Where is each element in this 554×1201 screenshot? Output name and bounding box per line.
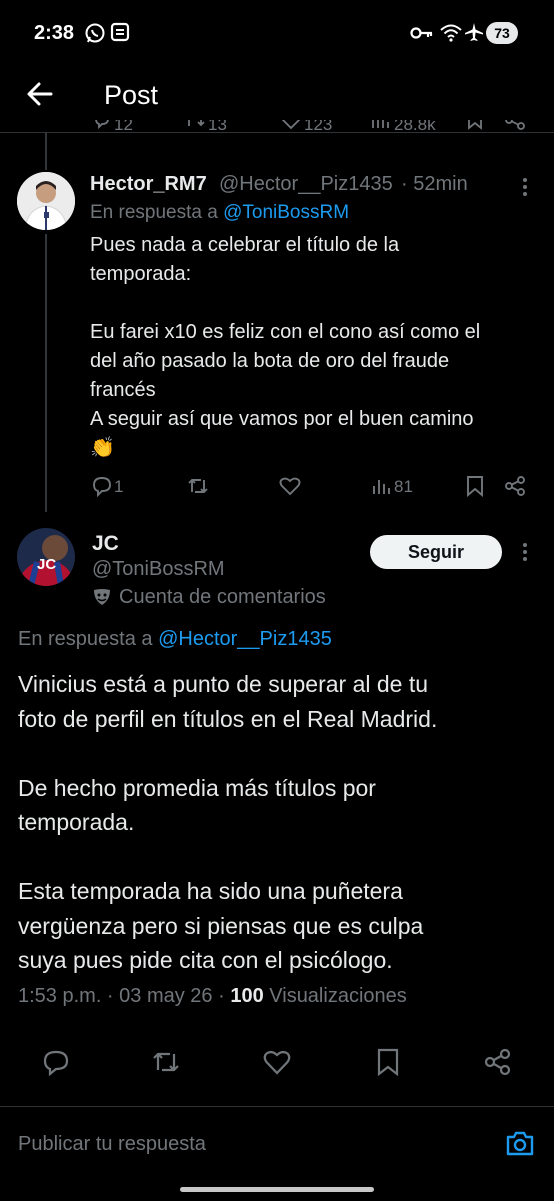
clapping-emoji: 👏 xyxy=(90,437,115,459)
battery-badge: 73 xyxy=(486,22,518,44)
reply-to-link[interactable]: @ToniBossRM xyxy=(223,202,349,223)
share-icon[interactable] xyxy=(504,120,526,130)
text-line: del año pasado la bota de oro del fraude xyxy=(90,350,450,372)
views-count: 81 xyxy=(394,477,413,496)
back-arrow-icon[interactable] xyxy=(26,80,54,108)
reply-icon[interactable] xyxy=(91,475,113,497)
like-icon[interactable] xyxy=(263,1049,291,1075)
repost-icon[interactable] xyxy=(184,120,206,130)
text-line xyxy=(90,289,530,318)
post-time: · 52min xyxy=(401,173,468,195)
text-line: Pues nada a celebrar el título de la xyxy=(90,234,400,256)
reply-composer: Publicar tu respuesta xyxy=(0,1106,554,1201)
like-icon[interactable] xyxy=(280,120,302,130)
reply-count: 1 xyxy=(114,477,124,496)
share-icon[interactable] xyxy=(504,475,526,497)
reply-count: 12 xyxy=(114,120,133,134)
text-line: vergüenza pero si piensas que es culpa xyxy=(18,912,424,939)
reply-to-link[interactable]: @Hector__Piz1435 xyxy=(158,628,332,650)
text-line: Vinicius está a punto de superar al de t… xyxy=(18,671,429,697)
views-icon[interactable] xyxy=(371,476,391,496)
tweet-text: Vinicius está a punto de superar al de t… xyxy=(18,667,538,978)
whatsapp-icon xyxy=(84,22,106,44)
repost-icon[interactable] xyxy=(186,475,210,497)
views-icon[interactable] xyxy=(370,120,390,130)
text-line: francés xyxy=(90,379,156,401)
notification-app-icon xyxy=(110,22,130,42)
parent-tweet-actions: 12 13 123 28.8k xyxy=(0,120,554,140)
status-bar: 2:38 73 xyxy=(0,0,554,66)
reply-context: En respuesta a @Hector__Piz1435 xyxy=(18,628,332,651)
text-line: suya pues pide cita con el psicólogo. xyxy=(18,947,393,973)
tweet-meta: 1:53 p.m. · 03 may 26 · 100 Visualizacio… xyxy=(18,985,407,1008)
reply-tweet[interactable]: Hector_RM7 @Hector__Piz1435 · 52min En r… xyxy=(0,168,554,508)
wifi-icon xyxy=(440,23,462,43)
key-icon xyxy=(410,25,434,41)
views-count: 28.8k xyxy=(394,120,436,134)
follow-button[interactable]: Seguir xyxy=(370,535,502,569)
tweet-text: Pues nada a celebrar el título de la tem… xyxy=(90,231,530,463)
text-line: temporada. xyxy=(18,809,135,835)
user-handle[interactable]: @ToniBossRM xyxy=(92,558,225,581)
bookmark-icon[interactable] xyxy=(466,475,484,497)
bookmark-icon[interactable] xyxy=(466,120,484,130)
share-icon[interactable] xyxy=(484,1048,512,1076)
timestamp: 1:53 p.m. · 03 may 26 · xyxy=(18,985,225,1007)
repost-icon[interactable] xyxy=(150,1048,182,1076)
more-options-icon[interactable] xyxy=(522,177,528,197)
airplane-icon xyxy=(464,22,484,42)
text-line xyxy=(18,736,538,771)
bookmark-icon[interactable] xyxy=(377,1048,399,1076)
camera-icon[interactable] xyxy=(505,1129,535,1157)
view-count: 100 xyxy=(230,985,264,1007)
reply-prefix: En respuesta a xyxy=(90,202,218,223)
like-icon[interactable] xyxy=(279,476,301,496)
reply-prefix: En respuesta a xyxy=(18,628,153,650)
text-line: foto de perfil en títulos en el Real Mad… xyxy=(18,705,438,732)
account-label: Cuenta de comentarios xyxy=(119,586,326,608)
text-line: A seguir así que vamos por el buen camin… xyxy=(90,408,474,430)
avatar[interactable]: JC xyxy=(17,528,75,586)
display-name[interactable]: JC xyxy=(92,532,119,556)
reply-icon[interactable] xyxy=(42,1048,70,1076)
view-label: Visualizaciones xyxy=(269,985,407,1007)
text-line: De hecho promedia más títulos por xyxy=(18,774,376,801)
avatar[interactable] xyxy=(17,172,75,230)
display-name[interactable]: Hector_RM7 xyxy=(90,173,207,196)
repost-count: 13 xyxy=(208,120,227,134)
text-line: Esta temporada ha sido una puñetera xyxy=(18,878,403,904)
thread-line xyxy=(45,132,47,170)
home-indicator xyxy=(180,1187,374,1192)
avatar-initials: JC xyxy=(37,556,56,573)
like-count: 123 xyxy=(304,120,333,134)
user-handle[interactable]: @Hector__Piz1435 xyxy=(219,173,393,196)
parody-mask-icon xyxy=(92,587,112,607)
reply-input[interactable]: Publicar tu respuesta xyxy=(18,1133,206,1156)
reply-context: En respuesta a @ToniBossRM xyxy=(90,202,349,224)
reply-icon[interactable] xyxy=(92,120,112,130)
main-tweet: JC JC @ToniBossRM Cuenta de comentarios … xyxy=(0,526,554,1106)
status-time: 2:38 xyxy=(34,22,75,44)
page-title: Post xyxy=(104,80,159,110)
more-options-icon[interactable] xyxy=(522,542,528,562)
text-line: Eu farei x10 es feliz con el cono así co… xyxy=(90,321,481,343)
text-line xyxy=(18,840,538,875)
text-line: temporada: xyxy=(90,263,192,285)
